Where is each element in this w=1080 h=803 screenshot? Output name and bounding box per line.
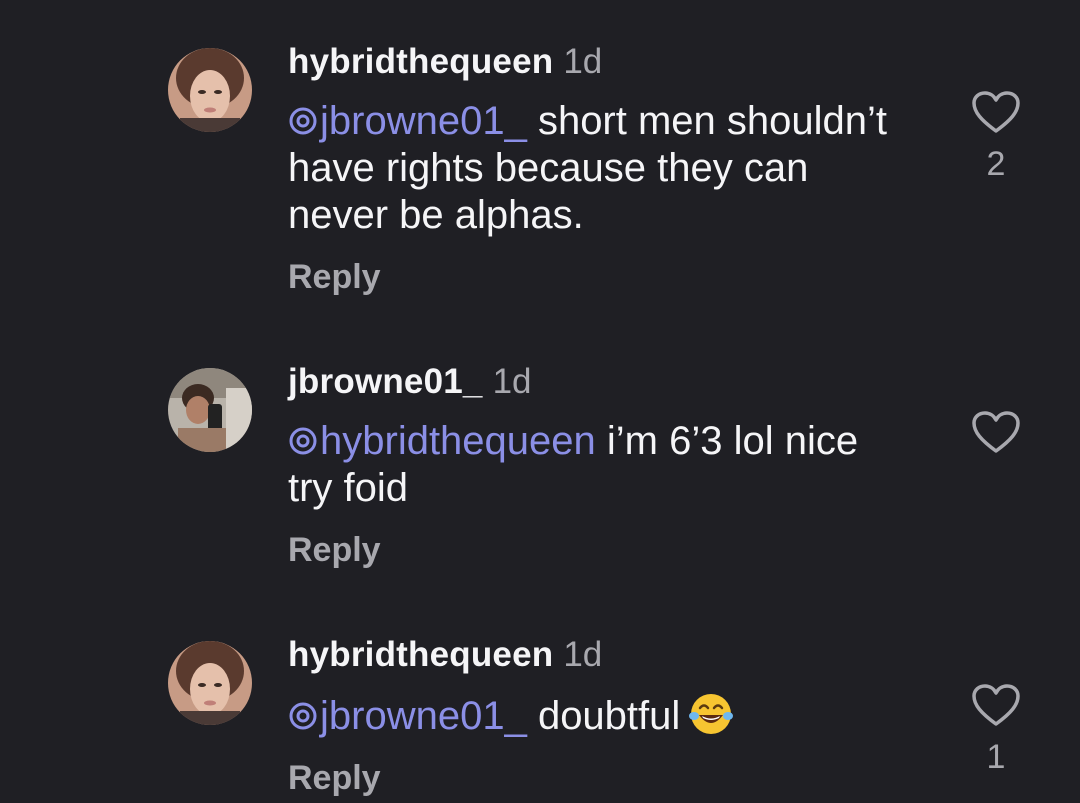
reply-button[interactable]: Reply [288,530,908,570]
comment-header: jbrowne01_ 1d [288,360,908,404]
heart-icon[interactable] [971,410,1021,454]
comment-header: hybridthequeen 1d [288,633,908,677]
timestamp: 1d [563,635,603,674]
username[interactable]: hybridthequeen [288,635,553,674]
like-control [970,410,1022,464]
timestamp: 1d [492,362,532,401]
avatar-photo-icon [168,48,252,132]
avatar[interactable] [168,368,252,452]
comment-header: hybridthequeen 1d [288,40,908,84]
mention-link[interactable]: jbrowne01_ [288,99,527,143]
comment-body: hybridthequeen 1d jbrowne01_ short men sh… [288,40,908,297]
threads-at-icon [289,702,317,730]
avatar[interactable] [168,641,252,725]
threads-at-icon [289,107,317,135]
mention-username: jbrowne01_ [320,99,527,143]
reply-button[interactable]: Reply [288,257,908,297]
like-count: 1 [986,738,1006,776]
heart-icon[interactable] [971,90,1021,134]
comments-screen: hybridthequeen 1d jbrowne01_ short men sh… [0,0,1080,803]
timestamp: 1d [563,42,603,81]
avatar-photo-icon [168,641,252,725]
mention-link[interactable]: jbrowne01_ [288,694,527,738]
comment-body: hybridthequeen 1d jbrowne01_ doubtful Rep… [288,633,908,798]
heart-icon[interactable] [971,683,1021,727]
laughing-emoji-icon [689,694,734,734]
mention-link[interactable]: hybridthequeen [288,419,596,463]
username[interactable]: hybridthequeen [288,42,553,81]
mention-username: hybridthequeen [320,419,596,463]
comment-text: jbrowne01_ short men shouldn’t have righ… [288,98,888,239]
comment-text: jbrowne01_ doubtful [288,691,888,740]
username[interactable]: jbrowne01_ [288,362,483,401]
comment-text: hybridthequeen i’m 6’3 lol nice try foid [288,418,888,512]
threads-at-icon [289,427,317,455]
avatar-photo-icon [168,368,252,452]
like-control: 2 [970,90,1022,184]
mention-username: jbrowne01_ [320,694,527,738]
like-count: 2 [986,145,1006,183]
reply-button[interactable]: Reply [288,758,908,798]
comment-body: jbrowne01_ 1d hybridthequeen i’m 6’3 lol … [288,360,908,570]
comment-message: doubtful [526,694,681,738]
like-control: 1 [970,683,1022,777]
avatar[interactable] [168,48,252,132]
